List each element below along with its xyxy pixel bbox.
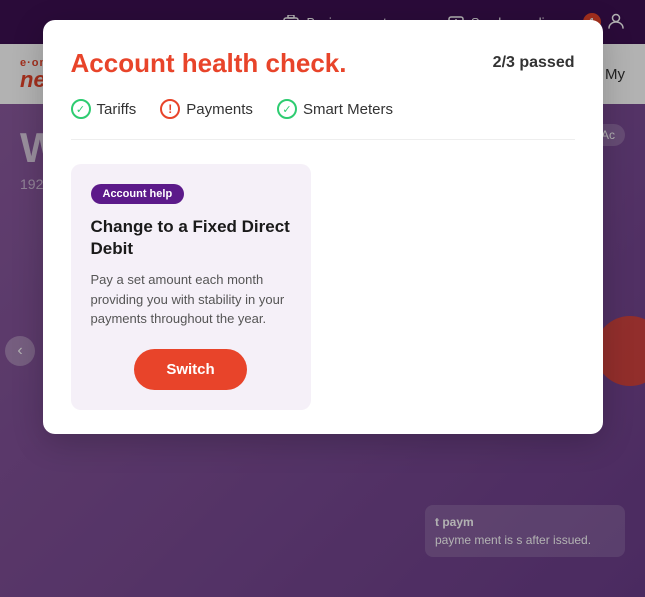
payments-warning-icon: ! [160,99,180,119]
card-description: Pay a set amount each month providing yo… [91,270,291,329]
check-item-tariffs: ✓ Tariffs [71,99,137,119]
switch-button[interactable]: Switch [134,349,246,390]
tariffs-check-icon: ✓ [71,99,91,119]
modal-header: Account health check. 2/3 passed [71,48,575,79]
smart-meters-check-label: Smart Meters [303,101,393,118]
check-item-smart-meters: ✓ Smart Meters [277,99,393,119]
health-check-modal: Account health check. 2/3 passed ✓ Tarif… [43,20,603,434]
check-item-payments: ! Payments [160,99,253,119]
smart-meters-check-icon: ✓ [277,99,297,119]
check-items-row: ✓ Tariffs ! Payments ✓ Smart Meters [71,99,575,140]
account-help-card: Account help Change to a Fixed Direct De… [71,164,311,410]
payments-check-label: Payments [186,101,253,118]
modal-overlay: Account health check. 2/3 passed ✓ Tarif… [0,0,645,597]
tariffs-check-label: Tariffs [97,101,137,118]
card-title: Change to a Fixed Direct Debit [91,216,291,260]
passed-count: 2/3 passed [493,48,575,72]
modal-title: Account health check. [71,48,347,79]
card-badge: Account help [91,184,185,204]
card-area: Account help Change to a Fixed Direct De… [71,164,575,410]
